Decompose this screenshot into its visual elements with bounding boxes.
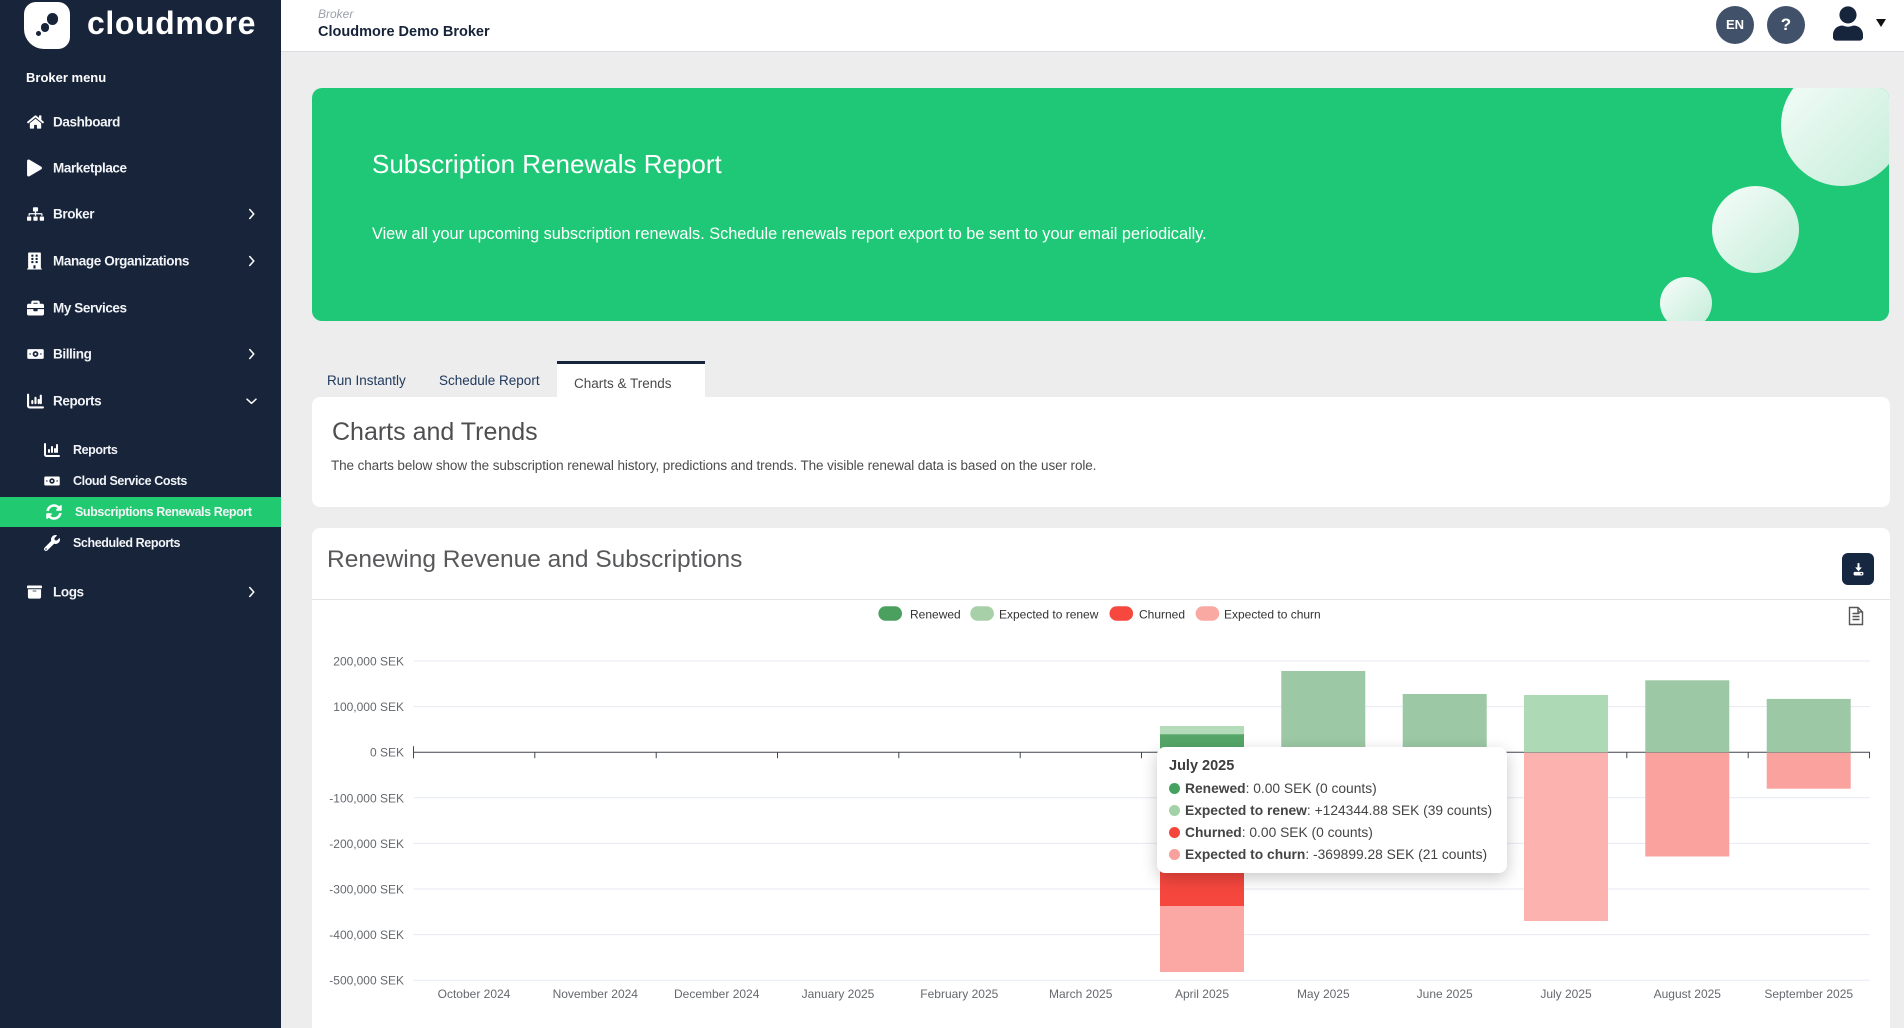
- svg-text:June 2025: June 2025: [1417, 987, 1473, 1001]
- svg-text:August 2025: August 2025: [1654, 987, 1722, 1001]
- svg-text:October 2024: October 2024: [438, 987, 511, 1001]
- svg-text:September 2025: September 2025: [1764, 987, 1853, 1001]
- svg-text:December 2024: December 2024: [674, 987, 760, 1001]
- svg-text:January 2025: January 2025: [802, 987, 875, 1001]
- svg-text:Renewed: Renewed: [910, 607, 961, 621]
- svg-text:May 2025: May 2025: [1297, 987, 1350, 1001]
- svg-text:Expected to churn: Expected to churn: [1224, 607, 1321, 621]
- svg-text:Churned: Churned: [1139, 607, 1185, 621]
- svg-text:100,000 SEK: 100,000 SEK: [333, 700, 404, 714]
- svg-text:July 2025: July 2025: [1540, 987, 1592, 1001]
- svg-text:-100,000 SEK: -100,000 SEK: [329, 791, 404, 805]
- svg-text:February 2025: February 2025: [920, 987, 998, 1001]
- svg-text:-300,000 SEK: -300,000 SEK: [329, 883, 404, 897]
- svg-text:200,000 SEK: 200,000 SEK: [333, 655, 404, 669]
- svg-text:-200,000 SEK: -200,000 SEK: [329, 837, 404, 851]
- svg-text:0 SEK: 0 SEK: [370, 746, 404, 760]
- svg-text:April 2025: April 2025: [1175, 987, 1229, 1001]
- svg-text:March 2025: March 2025: [1049, 987, 1113, 1001]
- svg-text:-500,000 SEK: -500,000 SEK: [329, 974, 404, 988]
- svg-text:Expected to renew: Expected to renew: [999, 607, 1099, 621]
- svg-text:November 2024: November 2024: [553, 987, 639, 1001]
- svg-text:-400,000 SEK: -400,000 SEK: [329, 928, 404, 942]
